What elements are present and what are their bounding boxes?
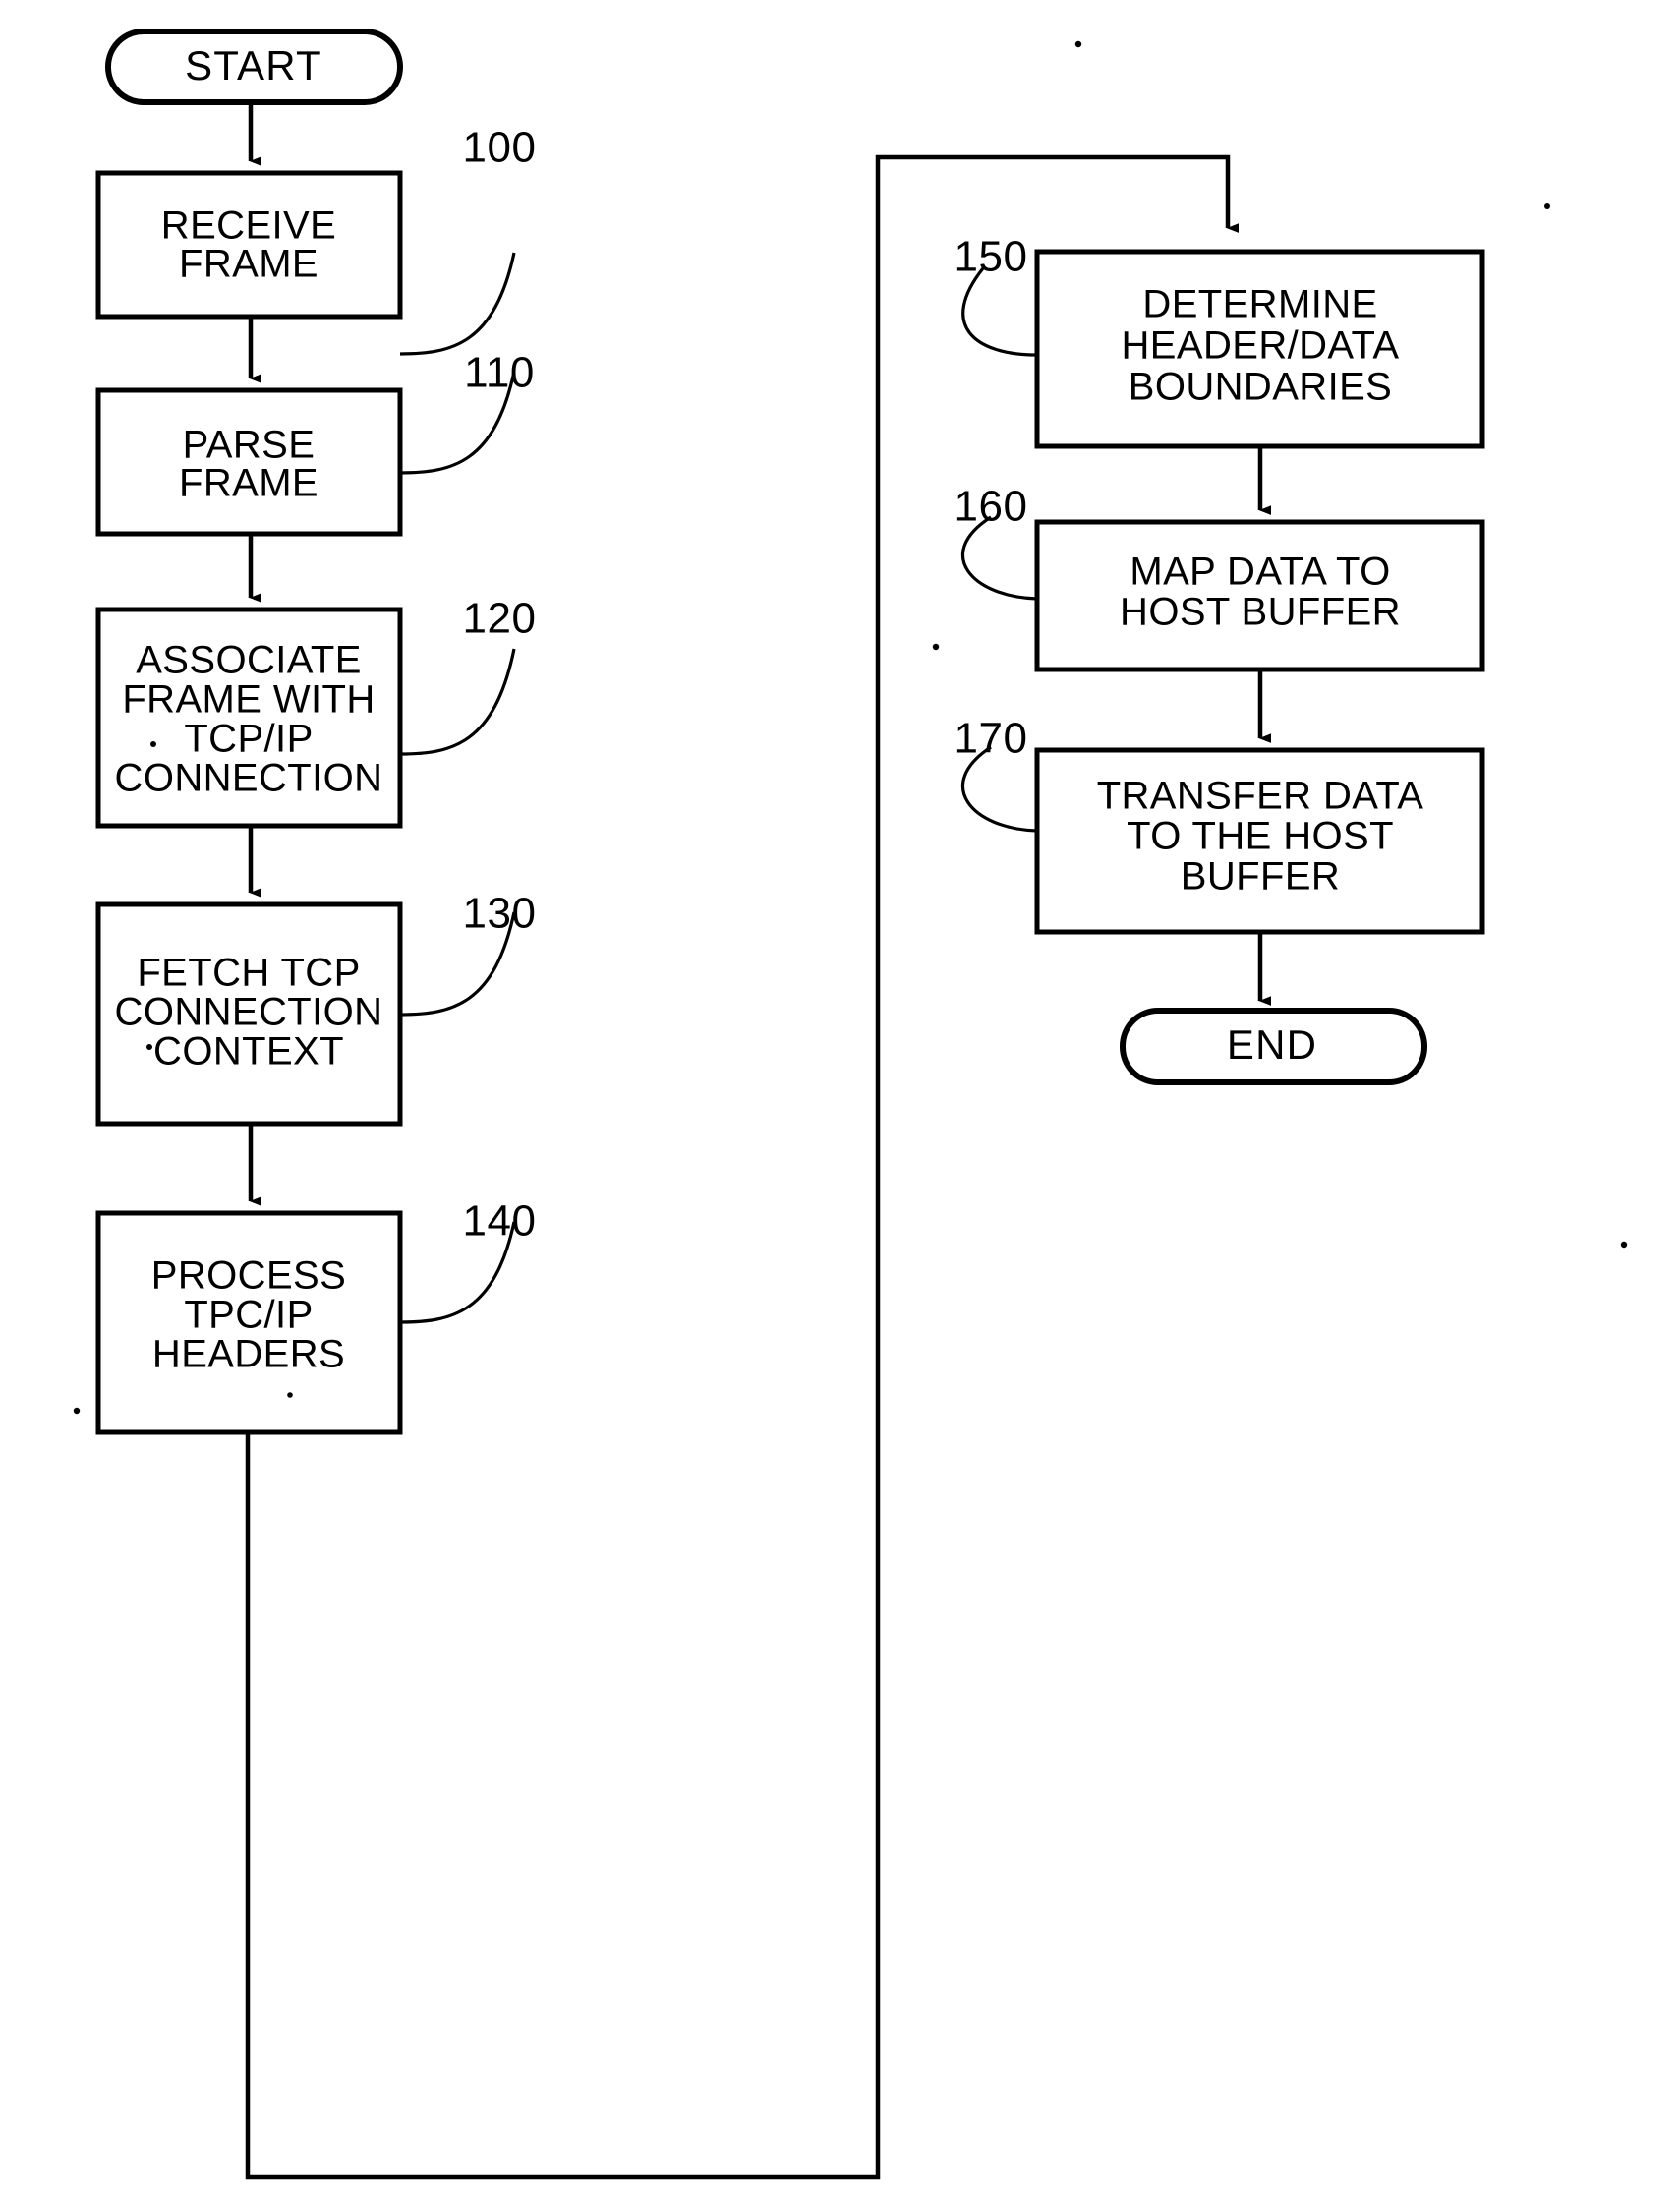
transfer-data-line-2: TO THE HOST bbox=[1127, 815, 1394, 858]
node-parse-frame: PARSE FRAME bbox=[95, 387, 403, 537]
associate-frame-line-4: CONNECTION bbox=[115, 757, 383, 800]
node-transfer-data: TRANSFER DATA TO THE HOST BUFFER bbox=[1034, 747, 1485, 935]
speck-right-lower bbox=[1620, 1241, 1628, 1249]
ref-label-120: 120 bbox=[463, 595, 537, 643]
associate-frame-line-3: TCP/IP bbox=[184, 718, 313, 761]
reference-150: 150 bbox=[955, 233, 1038, 357]
leader-line-120 bbox=[399, 648, 516, 756]
map-data-line-1: MAP DATA TO bbox=[1130, 551, 1390, 594]
node-map-data: MAP DATA TO HOST BUFFER bbox=[1034, 519, 1485, 672]
determine-boundaries-line-3: BOUNDARIES bbox=[1129, 366, 1393, 409]
speck-process-box bbox=[287, 1392, 293, 1398]
associate-frame-line-1: ASSOCIATE bbox=[136, 639, 362, 682]
start-label: START bbox=[185, 42, 322, 88]
ref-label-130: 130 bbox=[463, 890, 537, 938]
leader-line-150 bbox=[961, 267, 1038, 357]
determine-boundaries-line-1: DETERMINE bbox=[1142, 283, 1377, 326]
receive-frame-line-2: FRAME bbox=[179, 243, 319, 286]
figure-root: START RECEIVE FRAME 100 PARSE FRAME 110 bbox=[0, 0, 1680, 2209]
reference-120: 120 bbox=[399, 595, 537, 756]
fetch-context-line-1: FETCH TCP bbox=[137, 952, 360, 995]
flowchart-canvas: START RECEIVE FRAME 100 PARSE FRAME 110 bbox=[73, 29, 1628, 2180]
speck-mid-left bbox=[932, 643, 940, 651]
reference-100: 100 bbox=[399, 124, 537, 356]
reference-110: 110 bbox=[399, 349, 535, 475]
speck-right-upper bbox=[1544, 203, 1550, 209]
leader-line-100 bbox=[399, 252, 516, 356]
process-headers-line-3: HEADERS bbox=[152, 1333, 345, 1376]
ref-label-110: 110 bbox=[464, 349, 535, 397]
speck-top-right bbox=[1074, 40, 1082, 48]
process-headers-line-2: TPC/IP bbox=[184, 1294, 313, 1337]
ref-label-170: 170 bbox=[955, 715, 1028, 763]
receive-frame-line-1: RECEIVE bbox=[161, 204, 336, 248]
reference-130: 130 bbox=[399, 890, 537, 1017]
parse-frame-line-1: PARSE bbox=[183, 424, 316, 467]
determine-boundaries-line-2: HEADER/DATA bbox=[1122, 324, 1400, 368]
parse-frame-line-2: FRAME bbox=[179, 462, 319, 505]
transfer-data-line-3: BUFFER bbox=[1181, 855, 1340, 899]
node-associate-frame: ASSOCIATE FRAME WITH TCP/IP CONNECTION bbox=[95, 607, 403, 829]
node-end: END bbox=[1120, 1008, 1427, 1085]
node-process-headers: PROCESS TPC/IP HEADERS bbox=[95, 1210, 403, 1435]
ref-label-140: 140 bbox=[463, 1197, 537, 1246]
ref-label-160: 160 bbox=[955, 483, 1028, 531]
node-start: START bbox=[105, 29, 403, 105]
reference-140: 140 bbox=[399, 1197, 537, 1324]
node-fetch-context: FETCH TCP CONNECTION CONTEXT bbox=[95, 901, 403, 1127]
reference-160: 160 bbox=[955, 483, 1038, 601]
reference-170: 170 bbox=[955, 715, 1038, 833]
speck-left-lower bbox=[73, 1407, 81, 1415]
map-data-line-2: HOST BUFFER bbox=[1120, 591, 1401, 634]
ref-label-100: 100 bbox=[463, 124, 537, 172]
ref-label-150: 150 bbox=[955, 233, 1028, 281]
transfer-data-line-1: TRANSFER DATA bbox=[1097, 775, 1424, 818]
associate-frame-line-2: FRAME WITH bbox=[122, 678, 375, 722]
node-receive-frame: RECEIVE FRAME bbox=[95, 170, 403, 320]
speck-box-left-mid bbox=[146, 1044, 152, 1050]
fetch-context-line-3: CONTEXT bbox=[153, 1030, 344, 1074]
fetch-context-line-2: CONNECTION bbox=[115, 991, 383, 1034]
node-determine-boundaries: DETERMINE HEADER/DATA BOUNDARIES bbox=[1034, 249, 1485, 449]
end-label: END bbox=[1227, 1021, 1317, 1068]
speck-box-left-upper bbox=[150, 741, 156, 747]
process-headers-line-1: PROCESS bbox=[151, 1254, 346, 1298]
